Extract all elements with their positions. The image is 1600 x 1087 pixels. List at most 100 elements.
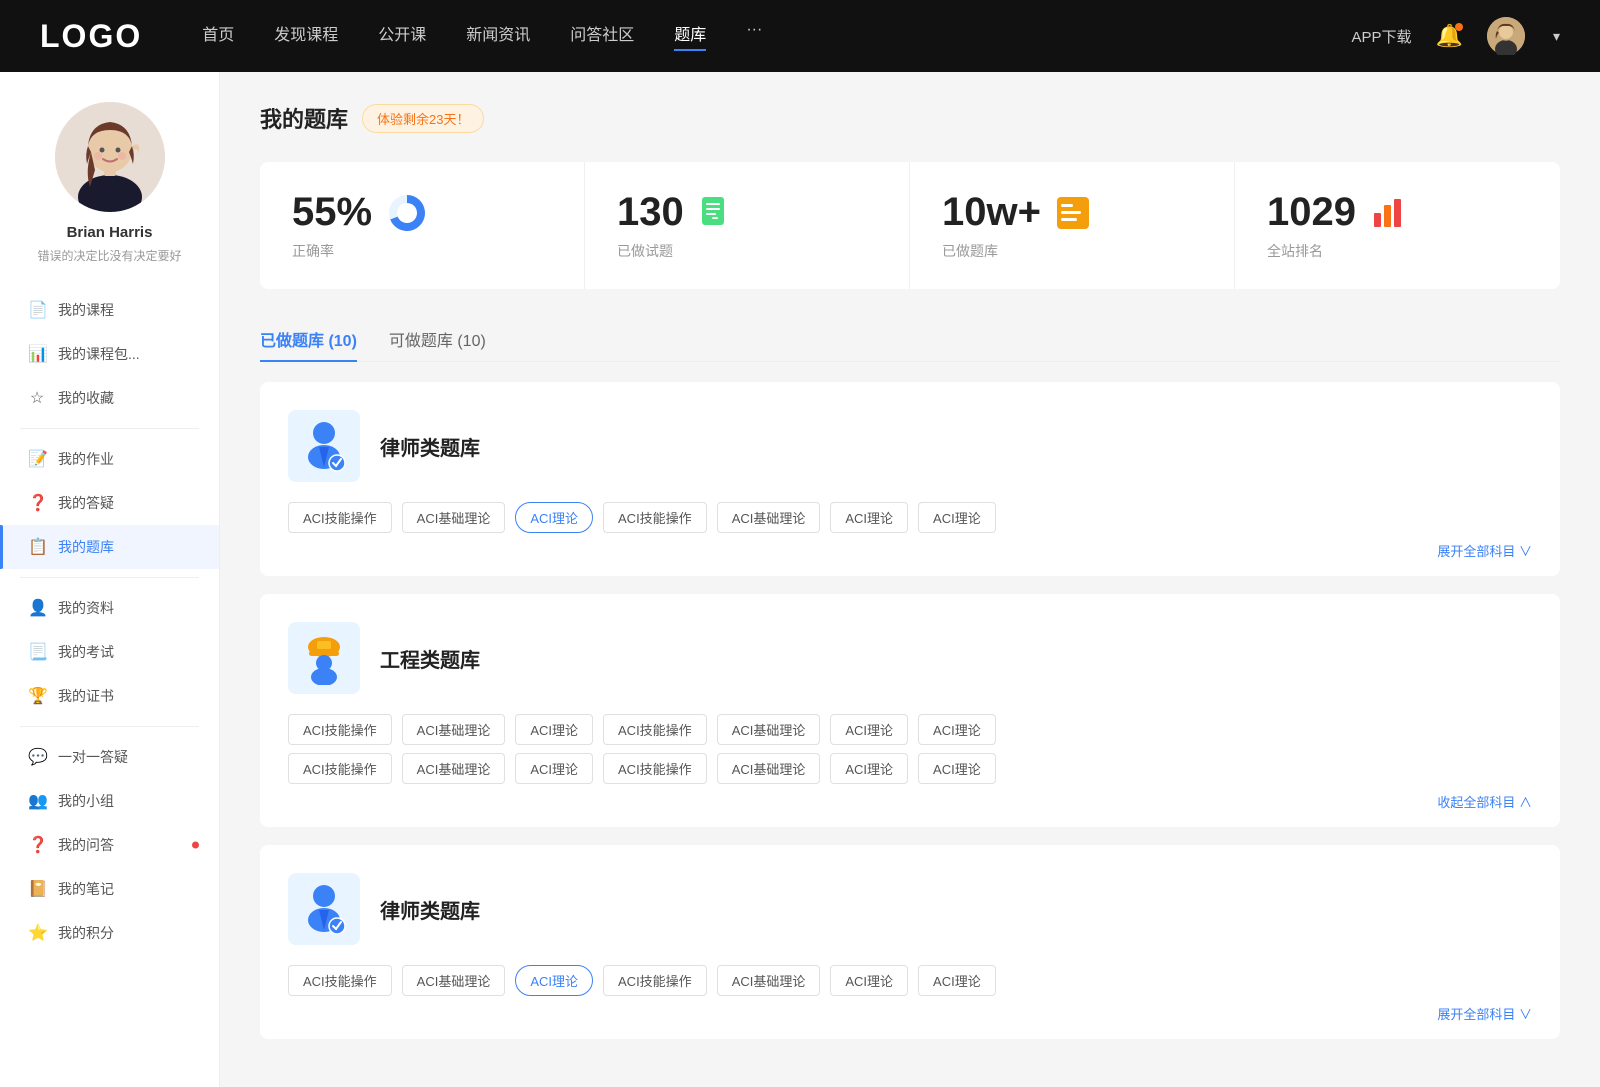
stat-label-accuracy: 正确率 bbox=[292, 241, 552, 261]
qbank-header-3: 律师类题库 bbox=[288, 873, 1532, 945]
tag-3-6[interactable]: ACI理论 bbox=[830, 965, 908, 996]
sidebar-item-qa-mine[interactable]: ❓ 我的答疑 bbox=[0, 481, 219, 525]
stat-top-accuracy: 55% bbox=[292, 190, 552, 235]
sidebar-item-points[interactable]: ⭐ 我的积分 bbox=[0, 911, 219, 955]
tag-2-14[interactable]: ACI理论 bbox=[918, 753, 996, 784]
nav-news[interactable]: 新闻资讯 bbox=[466, 21, 530, 51]
qbank-title-3: 律师类题库 bbox=[380, 895, 480, 924]
tag-1-1[interactable]: ACI技能操作 bbox=[288, 502, 392, 533]
tag-2-3[interactable]: ACI理论 bbox=[515, 714, 593, 745]
page-wrap: Brian Harris 错误的决定比没有决定要好 📄 我的课程 📊 我的课程包… bbox=[0, 0, 1600, 1087]
tag-3-1[interactable]: ACI技能操作 bbox=[288, 965, 392, 996]
nav-qa[interactable]: 问答社区 bbox=[570, 21, 634, 51]
sidebar-divider-3 bbox=[20, 726, 199, 727]
sidebar-item-notes[interactable]: 📔 我的笔记 bbox=[0, 867, 219, 911]
tag-1-4[interactable]: ACI技能操作 bbox=[603, 502, 707, 533]
tab-available-banks[interactable]: 可做题库 (10) bbox=[389, 317, 486, 361]
tag-3-4[interactable]: ACI技能操作 bbox=[603, 965, 707, 996]
user-name: Brian Harris bbox=[20, 224, 199, 241]
stat-number-accuracy: 55% bbox=[292, 190, 372, 235]
sidebar-divider-2 bbox=[20, 577, 199, 578]
sidebar-item-profile[interactable]: 👤 我的资料 bbox=[0, 586, 219, 630]
page-header: 我的题库 体验剩余23天！ bbox=[260, 102, 1560, 134]
points-icon: ⭐ bbox=[28, 923, 46, 943]
expand-link-3[interactable]: 展开全部科目 ∨ bbox=[288, 1004, 1532, 1023]
stat-label-ranking: 全站排名 bbox=[1267, 241, 1528, 261]
exam-icon: 📃 bbox=[28, 642, 46, 662]
nav-discover[interactable]: 发现课程 bbox=[274, 21, 338, 51]
qbank-title-2: 工程类题库 bbox=[380, 644, 480, 673]
sidebar-item-favorites[interactable]: ☆ 我的收藏 bbox=[0, 376, 219, 420]
nav-home[interactable]: 首页 bbox=[202, 21, 234, 51]
stat-accuracy: 55% 正确率 bbox=[260, 162, 585, 289]
sidebar: Brian Harris 错误的决定比没有决定要好 📄 我的课程 📊 我的课程包… bbox=[0, 72, 220, 1087]
tag-2-13[interactable]: ACI理论 bbox=[830, 753, 908, 784]
tag-1-3[interactable]: ACI理论 bbox=[515, 502, 593, 533]
tag-3-5[interactable]: ACI基础理论 bbox=[717, 965, 821, 996]
tag-1-5[interactable]: ACI基础理论 bbox=[717, 502, 821, 533]
engineer-icon bbox=[299, 631, 349, 685]
stat-number-done-questions: 130 bbox=[617, 190, 684, 235]
tag-2-4[interactable]: ACI技能操作 bbox=[603, 714, 707, 745]
tag-1-2[interactable]: ACI基础理论 bbox=[402, 502, 506, 533]
qbank-tags-2-row1: ACI技能操作 ACI基础理论 ACI理论 ACI技能操作 ACI基础理论 AC… bbox=[288, 714, 1532, 745]
tag-3-3[interactable]: ACI理论 bbox=[515, 965, 593, 996]
nav-right: APP下载 🔔 ▾ bbox=[1352, 17, 1560, 55]
ranking-bar-icon bbox=[1370, 195, 1406, 231]
sidebar-item-cert[interactable]: 🏆 我的证书 bbox=[0, 674, 219, 718]
notes-icon: 📔 bbox=[28, 879, 46, 899]
tag-1-6[interactable]: ACI理论 bbox=[830, 502, 908, 533]
profile-icon: 👤 bbox=[28, 598, 46, 618]
avatar[interactable] bbox=[1487, 17, 1525, 55]
homework-icon: 📝 bbox=[28, 449, 46, 469]
course-package-icon: 📊 bbox=[28, 344, 46, 364]
qbank-card-engineer: 工程类题库 ACI技能操作 ACI基础理论 ACI理论 ACI技能操作 ACI基… bbox=[260, 594, 1560, 827]
expand-link-1[interactable]: 展开全部科目 ∨ bbox=[288, 541, 1532, 560]
nav-more[interactable]: ··· bbox=[746, 21, 762, 51]
tag-2-1[interactable]: ACI技能操作 bbox=[288, 714, 392, 745]
collapse-link-2[interactable]: 收起全部科目 ∧ bbox=[288, 792, 1532, 811]
tag-1-7[interactable]: ACI理论 bbox=[918, 502, 996, 533]
sidebar-profile: Brian Harris 错误的决定比没有决定要好 bbox=[0, 102, 219, 288]
tag-2-2[interactable]: ACI基础理论 bbox=[402, 714, 506, 745]
sidebar-item-group[interactable]: 👥 我的小组 bbox=[0, 779, 219, 823]
cert-icon: 🏆 bbox=[28, 686, 46, 706]
tab-done-banks[interactable]: 已做题库 (10) bbox=[260, 317, 357, 361]
stat-top-done-banks: 10w+ bbox=[942, 190, 1202, 235]
qa-notification-dot bbox=[192, 842, 199, 849]
page-title: 我的题库 bbox=[260, 102, 348, 134]
stat-top-done-questions: 130 bbox=[617, 190, 877, 235]
notification-bell[interactable]: 🔔 bbox=[1436, 23, 1463, 49]
tag-2-9[interactable]: ACI基础理论 bbox=[402, 753, 506, 784]
sidebar-item-bank[interactable]: 📋 我的题库 bbox=[0, 525, 219, 569]
sidebar-item-course[interactable]: 📄 我的课程 bbox=[0, 288, 219, 332]
favorites-icon: ☆ bbox=[28, 388, 46, 408]
stat-ranking: 1029 全站排名 bbox=[1235, 162, 1560, 289]
nav-bank[interactable]: 题库 bbox=[674, 21, 706, 51]
sidebar-item-one-one[interactable]: 💬 一对一答疑 bbox=[0, 735, 219, 779]
sidebar-item-my-qa[interactable]: ❓ 我的问答 bbox=[0, 823, 219, 867]
tag-3-7[interactable]: ACI理论 bbox=[918, 965, 996, 996]
lawyer-icon bbox=[299, 419, 349, 473]
app-download-link[interactable]: APP下载 bbox=[1352, 26, 1412, 47]
stat-top-ranking: 1029 bbox=[1267, 190, 1528, 235]
tag-2-7[interactable]: ACI理论 bbox=[918, 714, 996, 745]
logo[interactable]: LOGO bbox=[40, 18, 142, 55]
tag-2-12[interactable]: ACI基础理论 bbox=[717, 753, 821, 784]
bell-dot bbox=[1455, 23, 1463, 31]
tag-3-2[interactable]: ACI基础理论 bbox=[402, 965, 506, 996]
tag-2-11[interactable]: ACI技能操作 bbox=[603, 753, 707, 784]
one-one-icon: 💬 bbox=[28, 747, 46, 767]
tag-2-5[interactable]: ACI基础理论 bbox=[717, 714, 821, 745]
stat-done-questions: 130 已做试题 bbox=[585, 162, 910, 289]
trial-badge: 体验剩余23天！ bbox=[362, 104, 484, 133]
tag-2-6[interactable]: ACI理论 bbox=[830, 714, 908, 745]
nav-chevron-icon[interactable]: ▾ bbox=[1553, 28, 1560, 45]
accuracy-pie-icon bbox=[386, 192, 428, 234]
sidebar-item-exam[interactable]: 📃 我的考试 bbox=[0, 630, 219, 674]
sidebar-item-homework[interactable]: 📝 我的作业 bbox=[0, 437, 219, 481]
sidebar-item-course-package[interactable]: 📊 我的课程包... bbox=[0, 332, 219, 376]
nav-open-course[interactable]: 公开课 bbox=[378, 21, 426, 51]
tag-2-8[interactable]: ACI技能操作 bbox=[288, 753, 392, 784]
tag-2-10[interactable]: ACI理论 bbox=[515, 753, 593, 784]
